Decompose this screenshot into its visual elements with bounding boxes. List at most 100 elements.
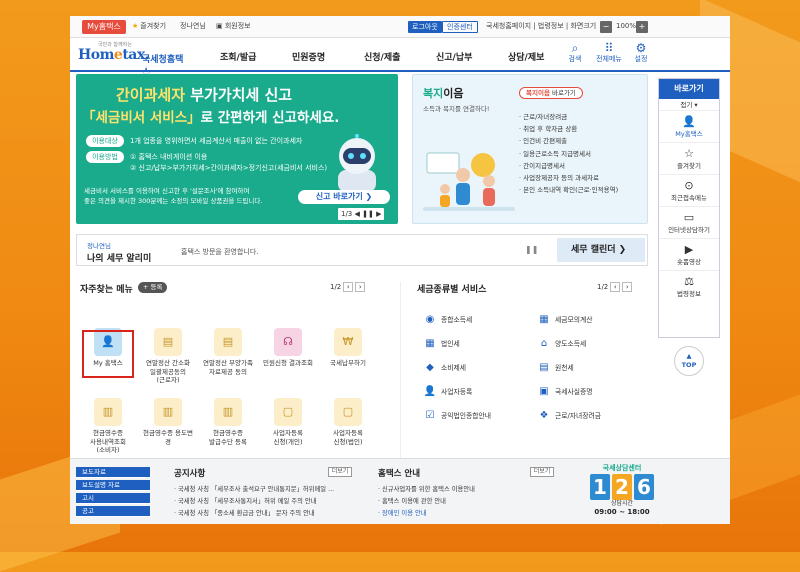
- welfare-item[interactable]: 본인 소득내역 확인(근로·인적용역): [519, 184, 618, 196]
- member-info-link[interactable]: ▣ 회원정보: [216, 21, 251, 32]
- id-card-icon: ▢: [334, 398, 362, 426]
- settings-label: 설정: [634, 55, 648, 63]
- all-menu-button[interactable]: ⠿ 전체메뉴: [592, 42, 626, 64]
- notice-item[interactable]: 국세청 사칭 「세무조사통지서」허위 메일 주의 안내: [174, 497, 316, 506]
- quick-favorite[interactable]: ☆ 즐겨찾기: [659, 143, 719, 175]
- guide-item[interactable]: 신규사업자를 위한 홈택스 이용안내: [378, 485, 475, 494]
- gnb-filing[interactable]: 신고/납부: [436, 50, 472, 63]
- settings-button[interactable]: ⚙ 설정: [628, 42, 654, 64]
- banner-pager[interactable]: 1/3 ◀ ❚❚ ▶: [338, 208, 385, 220]
- freq-business-reg-corp[interactable]: ▢ 사업자등록 신청(법인): [318, 398, 378, 446]
- guide-more-button[interactable]: 더보기: [530, 467, 554, 477]
- play-icon: ▶: [684, 243, 694, 256]
- gnb-certificate[interactable]: 민원증명: [292, 50, 325, 63]
- svc-tax-calculator[interactable]: ▦ 세금모의계산: [537, 314, 592, 326]
- freq-business-reg-personal[interactable]: ▢ 사업자등록 신청(개인): [258, 398, 318, 446]
- call-center: 국세상담센터 1 2 6 상담시간 09:00 ~ 18:00: [582, 463, 662, 523]
- svc-earned-income-credit[interactable]: ❖ 근로/자녀장려금: [537, 410, 602, 422]
- zoom-in-button[interactable]: +: [636, 21, 648, 33]
- quick-label: 숏폼영상: [677, 258, 701, 266]
- guide-item[interactable]: 장애인 이용 안내: [378, 509, 427, 518]
- tab-announcement[interactable]: 공고: [76, 506, 150, 517]
- svc-corporate-tax[interactable]: ▦ 법인세: [423, 338, 460, 350]
- tab-press-release[interactable]: 보도자료: [76, 467, 150, 478]
- svc-public-corp[interactable]: ☑ 공익법인종합안내: [423, 410, 492, 422]
- welfare-item[interactable]: 일용근로소득 지급명세서: [519, 148, 618, 160]
- auth-center-button[interactable]: 인증센터: [442, 21, 478, 33]
- freq-yearend-consent[interactable]: ▤ 연말정산 간소화 일괄제공동의 (근로자): [138, 328, 198, 385]
- vat-banner[interactable]: 간이과세자 부가가치세 신고 「세금비서 서비스」로 간편하게 신고하세요. 이…: [76, 74, 398, 224]
- freq-cash-receipt-change[interactable]: ▥ 현금영수증 용도변 경: [138, 398, 198, 446]
- highlight-box: [82, 330, 134, 378]
- pause-icon[interactable]: ❚❚: [362, 210, 374, 218]
- welfare-item[interactable]: 근로/자녀장려금: [519, 111, 618, 123]
- hometax-logo[interactable]: 국민과 함께하는 Hometax. 국세청홈택스: [78, 41, 188, 78]
- hometax-window: My홈택스 ★ 즐겨찾기 정나연님 ▣ 회원정보 로그아웃 인증센터 국세청홈페이…: [70, 16, 730, 524]
- notice-more-button[interactable]: 더보기: [328, 467, 352, 477]
- tax-calendar-button[interactable]: 세무 캘린더 ❯: [557, 238, 645, 262]
- quick-shortform[interactable]: ▶ 숏폼영상: [659, 239, 719, 271]
- alert-user-name: 정나연님: [87, 242, 111, 250]
- welfare-item[interactable]: 간이지급명세서: [519, 160, 618, 172]
- add-menu-button[interactable]: + 등록: [138, 282, 168, 293]
- top-button[interactable]: ▲ TOP: [674, 346, 704, 376]
- tax-alert-strip: 정나연님 나의 세무 알리미 홈택스 방문을 환영합니다. ❚❚ 세무 캘린더 …: [76, 234, 648, 266]
- quick-label: 법령정보: [677, 290, 701, 298]
- gnb-application[interactable]: 신청/제출: [364, 50, 400, 63]
- guide-item[interactable]: 홈택스 이용에 관한 안내: [378, 497, 446, 506]
- welfare-goto-button[interactable]: 복지이음 바로가기: [519, 87, 583, 99]
- welfare-panel: 복지이음 복지이음 바로가기 소득과 복지를 연결하다! 근로/자녀장려금 취업…: [412, 74, 648, 224]
- next-icon[interactable]: ▶: [376, 210, 381, 218]
- freq-cash-receipt-register[interactable]: ▥ 현금영수증 발급수단 등록: [198, 398, 258, 446]
- file-now-button[interactable]: 신고 바로가기 ❯: [298, 190, 390, 204]
- next-page-button[interactable]: ›: [622, 282, 633, 292]
- favorite-link[interactable]: ★ 즐겨찾기: [132, 21, 166, 32]
- svc-fact-certificate[interactable]: ▣ 국세사실증명: [537, 386, 592, 398]
- welfare-item[interactable]: 인건비 간편제출: [519, 135, 618, 147]
- tab-notification[interactable]: 고시: [76, 493, 150, 504]
- tab-press-explanation[interactable]: 보도설명 자료: [76, 480, 150, 491]
- pause-icon[interactable]: ❚❚: [525, 245, 538, 254]
- notice-item[interactable]: 국세청 사칭 「세무조사 출석요구 안내통지문」허위메일 ...: [174, 485, 334, 494]
- freq-petition-result[interactable]: ☊ 민원신청 결과조회: [258, 328, 318, 368]
- next-page-button[interactable]: ›: [355, 282, 366, 292]
- welfare-item[interactable]: 사업장제공자 등의 과세자료: [519, 172, 618, 184]
- quick-mytax[interactable]: 👤 My홈택스: [659, 111, 719, 143]
- logout-button[interactable]: 로그아웃: [408, 21, 442, 33]
- svc-transfer-tax[interactable]: ⌂ 양도소득세: [537, 338, 586, 350]
- prev-page-button[interactable]: ‹: [610, 282, 621, 292]
- freq-cash-receipt-history[interactable]: ▥ 현금영수증 사용내역조회 (소비자): [78, 398, 138, 455]
- headset-icon: ☊: [274, 328, 302, 356]
- call-center-number: 1 2 6: [590, 474, 654, 500]
- freq-label: 현금영수증 사용내역조회 (소비자): [90, 429, 126, 454]
- prev-icon[interactable]: ◀: [355, 210, 360, 218]
- notice-title: 공지사항: [174, 469, 206, 479]
- welfare-item[interactable]: 취업 후 학자금 상환: [519, 123, 618, 135]
- logo-wordmark: Hometax.: [78, 47, 150, 63]
- freq-pay-tax[interactable]: ₩ 국세납부하기: [318, 328, 378, 368]
- zoom-level: 100%: [616, 22, 637, 30]
- svc-consumption-tax[interactable]: ◆ 소비제세: [423, 362, 466, 374]
- quick-fold-toggle[interactable]: 접기 ▾: [659, 99, 719, 111]
- notice-item[interactable]: 국세청 사칭 「종소세 환급금 안내」 문자 주의 안내: [174, 509, 315, 518]
- svc-income-tax[interactable]: ◉ 종합소득세: [423, 314, 473, 326]
- banner-target-tag: 이용대상: [86, 135, 124, 147]
- svc-withholding-tax[interactable]: ▤ 원천세: [537, 362, 574, 374]
- quick-recent[interactable]: ⊙ 최근접속메뉴: [659, 175, 719, 207]
- monitor-icon: ▭: [683, 211, 695, 224]
- frequent-pager: 1/2 ‹ ›: [330, 282, 366, 292]
- welfare-subtitle: 소득과 복지를 연결하다!: [423, 105, 490, 113]
- banner-subheadline: 「세금비서 서비스」로 간편하게 신고하세요.: [82, 110, 340, 126]
- freq-dependent-consent[interactable]: ▤ 연말정산 부양가족 자료제공 동의: [198, 328, 258, 376]
- mytax-tab[interactable]: My홈택스: [82, 20, 126, 34]
- receipt-icon: ▥: [154, 398, 182, 426]
- gnb-inquiry[interactable]: 조회/발급: [220, 50, 256, 63]
- svc-business-reg[interactable]: 👤 사업자등록: [423, 386, 473, 398]
- quick-law[interactable]: ⚖ 법령정보: [659, 271, 719, 303]
- prev-page-button[interactable]: ‹: [343, 282, 354, 292]
- top-links[interactable]: 국세청홈페이지 | 법령정보 | 화면크기: [486, 21, 596, 32]
- zoom-out-button[interactable]: −: [600, 21, 612, 33]
- search-button[interactable]: ⌕ 검색: [562, 42, 588, 64]
- gnb-consult[interactable]: 상담/제보: [508, 50, 544, 63]
- quick-online-consult[interactable]: ▭ 인터넷상담하기: [659, 207, 719, 239]
